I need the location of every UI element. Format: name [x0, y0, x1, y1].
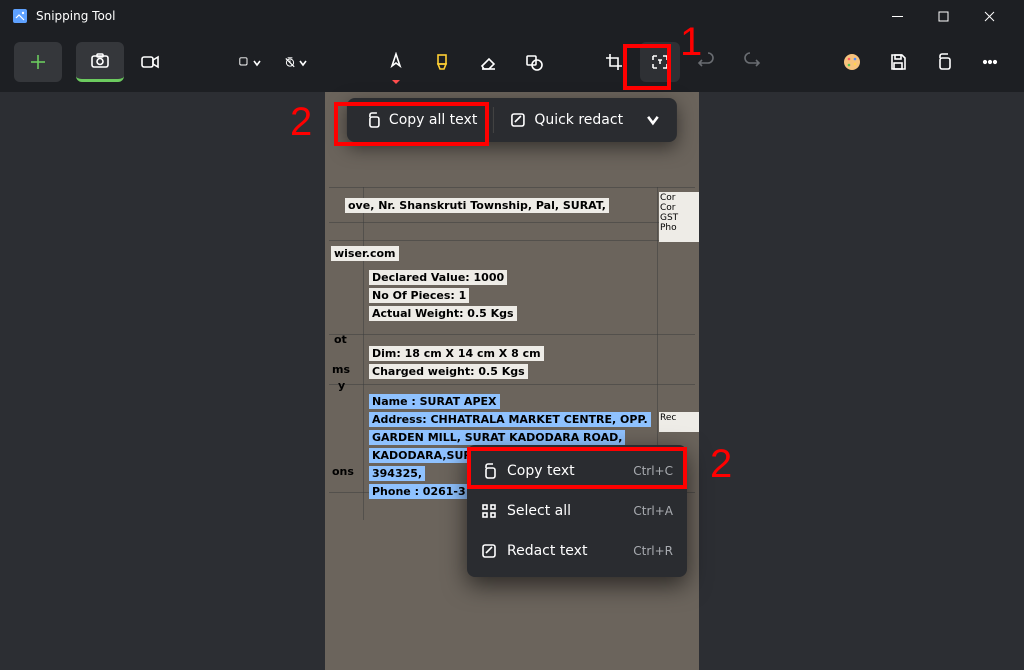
copy-button[interactable] — [924, 42, 964, 82]
titlebar: Snipping Tool — [0, 0, 1024, 32]
context-copy-text[interactable]: Copy text Ctrl+C — [467, 451, 687, 491]
doc-text: wiser.com — [331, 246, 399, 261]
doc-text-selected: Name : SURAT APEX — [369, 394, 500, 409]
chevron-down-icon — [645, 112, 661, 128]
annotation-number: 2 — [710, 442, 732, 487]
doc-text: y — [335, 378, 348, 393]
context-select-label: Select all — [507, 503, 571, 519]
doc-text: Dim: 18 cm X 14 cm X 8 cm — [369, 346, 544, 361]
rect-snip-button[interactable] — [76, 42, 124, 82]
redact-icon — [510, 112, 526, 128]
context-redact-text[interactable]: Redact text Ctrl+R — [467, 531, 687, 571]
context-select-all[interactable]: Select all Ctrl+A — [467, 491, 687, 531]
pen-tool-button[interactable] — [376, 42, 416, 82]
copy-all-text-label: Copy all text — [389, 112, 477, 128]
snipped-image[interactable]: ove, Nr. Shanskruti Township, Pal, SURAT… — [325, 92, 699, 670]
edit-paint-button[interactable] — [832, 42, 872, 82]
select-all-icon — [481, 503, 497, 519]
doc-text-selected: Phone : 0261-3 — [369, 484, 469, 499]
doc-text-selected: Address: CHHATRALA MARKET CENTRE, OPP. — [369, 412, 651, 427]
doc-text: ons — [329, 464, 357, 479]
maximize-button[interactable] — [920, 0, 966, 32]
doc-text: CorCorGSTPho — [659, 192, 699, 242]
redact-icon — [481, 543, 497, 559]
copy-icon — [365, 112, 381, 128]
context-redact-label: Redact text — [507, 543, 587, 559]
chevron-down-icon — [252, 53, 262, 72]
window-title: Snipping Tool — [36, 9, 115, 23]
main-toolbar — [0, 32, 1024, 92]
app-icon — [12, 8, 28, 24]
doc-text: ms — [329, 362, 353, 377]
copy-icon — [481, 463, 497, 479]
doc-text-selected: 394325, — [369, 466, 425, 481]
quick-redact-button[interactable]: Quick redact — [498, 102, 635, 138]
delay-button[interactable] — [276, 42, 316, 82]
shapes-tool-button[interactable] — [514, 42, 554, 82]
editor-stage: ove, Nr. Shanskruti Township, Pal, SURAT… — [0, 92, 1024, 670]
context-copy-label: Copy text — [507, 463, 575, 479]
text-actions-bar: Copy all text Quick redact — [347, 98, 677, 142]
video-snip-button[interactable] — [130, 42, 170, 82]
doc-text: Declared Value: 1000 — [369, 270, 507, 285]
chevron-down-icon — [298, 53, 308, 72]
doc-text: No Of Pieces: 1 — [369, 288, 469, 303]
doc-text: Charged weight: 0.5 Kgs — [369, 364, 528, 379]
shortcut-text: Ctrl+R — [633, 544, 673, 558]
window-controls — [874, 0, 1012, 32]
doc-text-selected: GARDEN MILL, SURAT KADODARA ROAD, — [369, 430, 625, 445]
minimize-button[interactable] — [874, 0, 920, 32]
quick-redact-label: Quick redact — [534, 112, 623, 128]
eraser-tool-button[interactable] — [468, 42, 508, 82]
copy-all-text-button[interactable]: Copy all text — [353, 102, 489, 138]
doc-text: Rec — [659, 412, 699, 432]
highlighter-tool-button[interactable] — [422, 42, 462, 82]
shortcut-text: Ctrl+A — [633, 504, 673, 518]
redo-button[interactable] — [732, 42, 772, 82]
annotation-number: 2 — [290, 100, 312, 145]
more-button[interactable] — [970, 42, 1010, 82]
close-button[interactable] — [966, 0, 1012, 32]
snip-mode-button[interactable] — [230, 42, 270, 82]
crop-tool-button[interactable] — [594, 42, 634, 82]
doc-text: ove, Nr. Shanskruti Township, Pal, SURAT… — [345, 198, 609, 213]
text-actions-button[interactable] — [640, 42, 680, 82]
doc-text-selected: KADODARA,SUR — [369, 448, 475, 463]
context-menu: Copy text Ctrl+C Select all Ctrl+A Redac… — [467, 445, 687, 577]
doc-text: Actual Weight: 0.5 Kgs — [369, 306, 517, 321]
doc-text: ot — [331, 332, 350, 347]
shortcut-text: Ctrl+C — [633, 464, 673, 478]
quick-redact-expand[interactable] — [635, 102, 671, 138]
new-snip-button[interactable] — [14, 42, 62, 82]
save-button[interactable] — [878, 42, 918, 82]
annotation-number: 1 — [680, 20, 702, 65]
